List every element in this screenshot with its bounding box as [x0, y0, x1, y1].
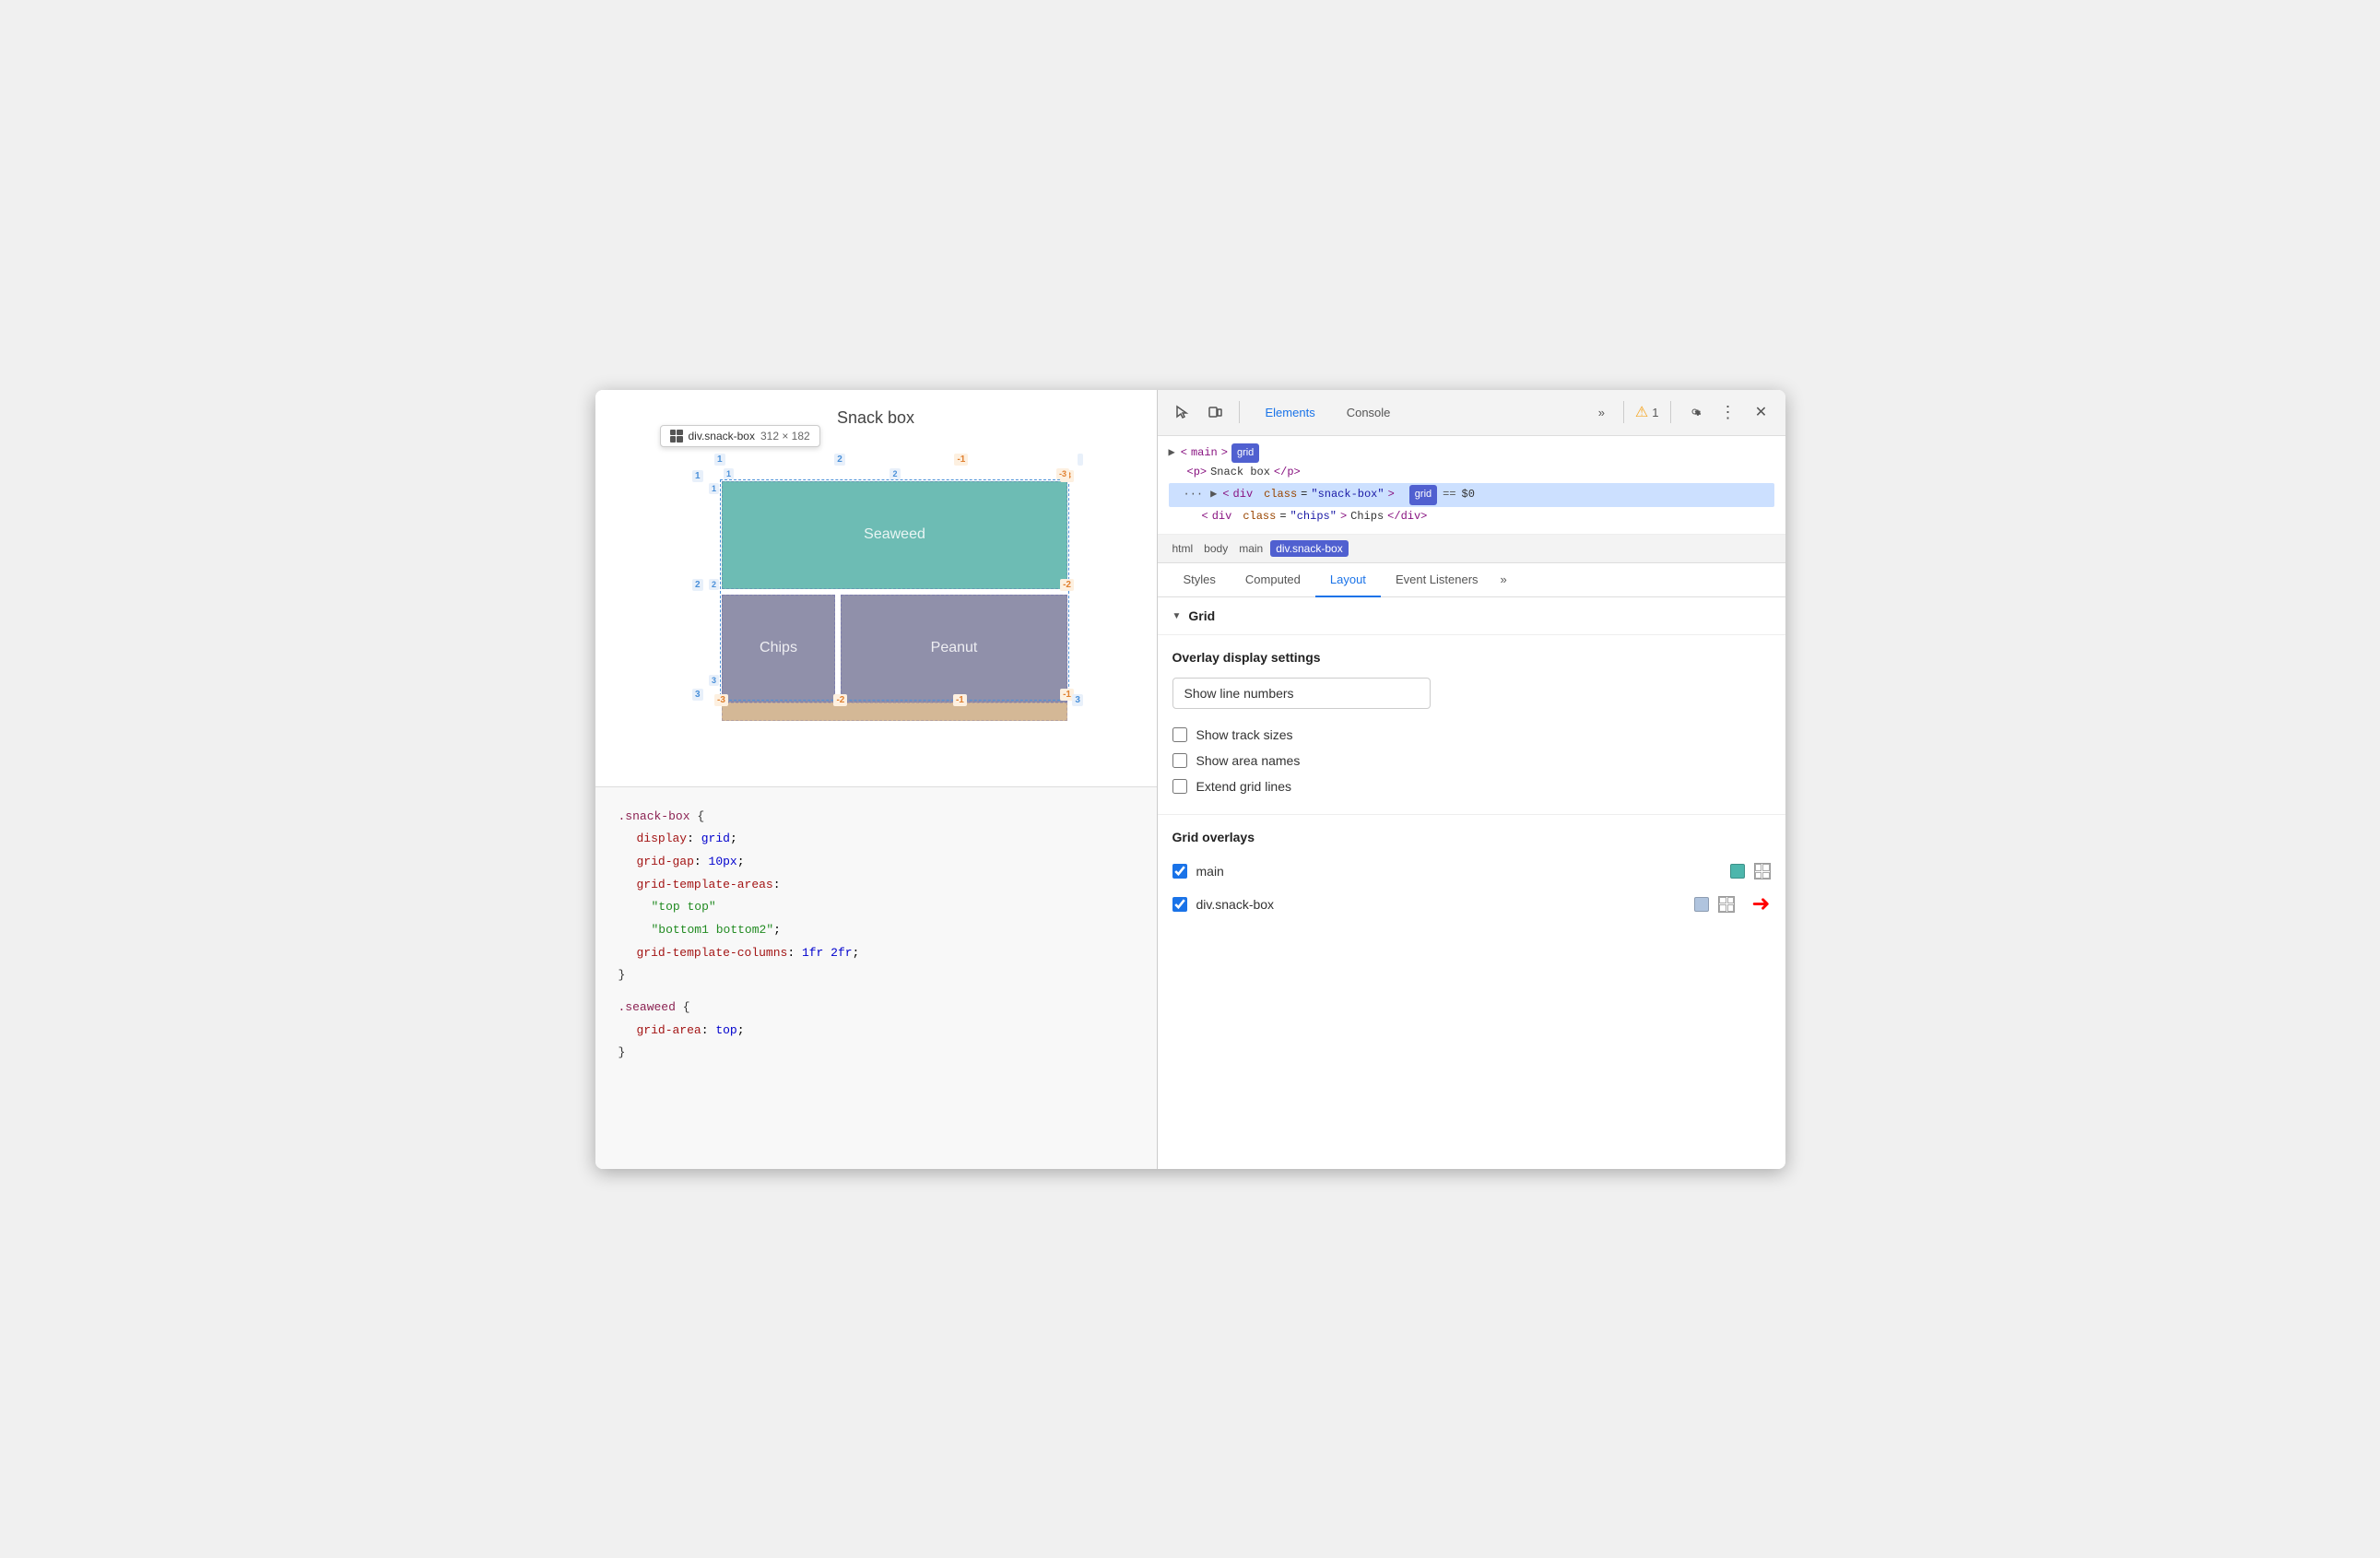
overlay-checkbox-main[interactable] — [1172, 864, 1187, 879]
dom-line-main[interactable]: ▶ < main > grid — [1169, 443, 1774, 464]
code-panel: .snack-box { display: grid; grid-gap: 10… — [595, 786, 1157, 1169]
grid-viz-area: Snack box div.snack-box 312 × 182 1 2 - — [595, 390, 1157, 786]
bc-body[interactable]: body — [1200, 540, 1231, 557]
grid-section-title: Grid — [1188, 608, 1215, 623]
css-selector-snack: .snack-box — [619, 809, 690, 823]
color-swatch-main[interactable] — [1730, 864, 1745, 879]
css-selector-seaweed: .seaweed — [619, 1000, 676, 1014]
grid-inner-num-3: 3 — [709, 675, 719, 686]
grid-num-top-neg1: -1 — [954, 454, 968, 466]
red-arrow-annotation: ➜ — [1751, 891, 1770, 917]
warning-count: 1 — [1652, 406, 1658, 419]
grid-section-header[interactable]: ▼ Grid — [1158, 597, 1785, 635]
close-button[interactable]: ✕ — [1749, 399, 1774, 425]
show-line-numbers-select[interactable]: Show line numbers Show area names Show t… — [1172, 678, 1431, 709]
tab-styles[interactable]: Styles — [1169, 563, 1231, 597]
overlay-name-snack-box: div.snack-box — [1196, 897, 1686, 912]
dom-line-chips[interactable]: < div class = "chips" > Chips </div> — [1169, 507, 1774, 527]
grid-overlays-section: Grid overlays main div.snack-box — [1158, 815, 1785, 938]
more-tabs-button[interactable]: » — [1591, 402, 1612, 423]
device-toolbar-button[interactable] — [1202, 399, 1228, 425]
grid-inner-col-neg3: -3 — [1056, 468, 1069, 479]
dom-line-snack-box[interactable]: ··· ▶ < div class = "snack-box" > grid =… — [1169, 483, 1774, 507]
bc-main[interactable]: main — [1235, 540, 1267, 557]
tab-elements[interactable]: Elements — [1251, 400, 1330, 425]
grid-num-left-2: 2 — [692, 579, 703, 591]
checkbox-track-sizes-label: Show track sizes — [1196, 727, 1293, 742]
left-panel: Snack box div.snack-box 312 × 182 1 2 - — [595, 390, 1158, 1169]
toolbar-tabs: Elements Console — [1251, 400, 1584, 425]
grid-inner-num-2: 2 — [709, 579, 719, 590]
overlay-settings: Overlay display settings Show line numbe… — [1158, 635, 1785, 815]
tab-event-listeners[interactable]: Event Listeners — [1381, 563, 1493, 597]
toolbar-divider-3 — [1670, 401, 1671, 423]
grid-inner-col-1: 1 — [724, 468, 734, 479]
grid-inner-num-1: 1 — [709, 483, 719, 494]
toolbar-divider-2 — [1623, 401, 1624, 423]
grid-num-bot-neg1: -1 — [953, 694, 967, 706]
dom-ellipsis[interactable]: ··· — [1184, 485, 1204, 505]
checkbox-extend-grid: Extend grid lines — [1172, 773, 1771, 799]
overlay-settings-title: Overlay display settings — [1172, 650, 1771, 665]
grid-num-bot-neg2: -2 — [833, 694, 847, 706]
cell-peanut: Peanut — [841, 595, 1067, 702]
element-tooltip: div.snack-box 312 × 182 — [660, 425, 820, 447]
grid-num-top-2: 2 — [834, 454, 845, 466]
tab-console[interactable]: Console — [1332, 400, 1406, 425]
layout-panel: ▼ Grid Overlay display settings Show lin… — [1158, 597, 1785, 1168]
checkbox-track-sizes-input[interactable] — [1172, 727, 1187, 742]
dom-tree: ▶ < main > grid <p> Snack box </p> ··· ▶… — [1158, 436, 1785, 536]
tab-layout[interactable]: Layout — [1315, 563, 1381, 597]
checkbox-extend-grid-label: Extend grid lines — [1196, 779, 1292, 794]
select-element-button[interactable] — [1169, 399, 1195, 425]
browser-window: Snack box div.snack-box 312 × 182 1 2 - — [595, 390, 1785, 1169]
grid-num-bot-neg3: -3 — [714, 694, 728, 706]
grid-inner-col-2: 2 — [890, 468, 900, 479]
select-wrapper: Show line numbers Show area names Show t… — [1172, 678, 1771, 709]
warning-icon: ⚠ — [1635, 403, 1648, 421]
overlay-checkbox-snack-box[interactable] — [1172, 897, 1187, 912]
warning-badge: ⚠ 1 — [1635, 403, 1659, 421]
grid-num-right-neg2: -2 — [1060, 579, 1074, 591]
checkbox-area-names-label: Show area names — [1196, 753, 1301, 768]
tab-computed[interactable]: Computed — [1231, 563, 1315, 597]
panel-more-tabs[interactable]: » — [1493, 563, 1514, 596]
bc-snack-box[interactable]: div.snack-box — [1270, 540, 1348, 557]
bc-html[interactable]: html — [1169, 540, 1197, 557]
right-panel: Elements Console » ⚠ 1 ⋮ — [1158, 390, 1785, 1169]
color-swatch-snack-box[interactable] — [1694, 897, 1709, 912]
grid-pattern-snack-box[interactable] — [1718, 896, 1735, 913]
overlay-row-main: main — [1172, 857, 1771, 885]
settings-button[interactable] — [1682, 399, 1708, 425]
dom-line-p[interactable]: <p> Snack box </p> — [1169, 463, 1774, 483]
grid-num-left-3: 3 — [692, 689, 703, 701]
element-icon — [670, 430, 683, 443]
checkbox-track-sizes: Show track sizes — [1172, 722, 1771, 748]
grid-num-top-1: 1 — [714, 454, 725, 466]
cell-chips: Chips — [722, 595, 835, 702]
grid-overlays-title: Grid overlays — [1172, 830, 1771, 844]
toolbar-divider — [1239, 401, 1240, 423]
grid-num-bot-3: 3 — [1072, 694, 1083, 706]
panel-tabs: Styles Computed Layout Event Listeners » — [1158, 563, 1785, 597]
tooltip-element-name: div.snack-box — [689, 430, 755, 443]
devtools-toolbar: Elements Console » ⚠ 1 ⋮ — [1158, 390, 1785, 436]
more-options-button[interactable]: ⋮ — [1715, 399, 1741, 425]
grid-collapse-arrow: ▼ — [1172, 611, 1182, 621]
breadcrumb: html body main div.snack-box — [1158, 535, 1785, 563]
overlay-name-main: main — [1196, 864, 1721, 879]
badge-grid-main[interactable]: grid — [1231, 443, 1259, 464]
cell-seaweed: Seaweed — [722, 481, 1067, 589]
overlay-row-snack-box: div.snack-box ➜ — [1172, 885, 1771, 923]
checkbox-area-names-input[interactable] — [1172, 753, 1187, 768]
grid-num-left-1: 1 — [692, 470, 703, 482]
grid-pattern-main[interactable] — [1754, 863, 1771, 879]
checkbox-area-names: Show area names — [1172, 748, 1771, 773]
content-area: Snack box div.snack-box 312 × 182 1 2 - — [595, 390, 1785, 1169]
checkbox-extend-grid-input[interactable] — [1172, 779, 1187, 794]
badge-grid-snackbox[interactable]: grid — [1409, 485, 1437, 505]
grid-num-top-right-edge — [1078, 454, 1083, 466]
tooltip-dims: 312 × 182 — [760, 430, 810, 443]
